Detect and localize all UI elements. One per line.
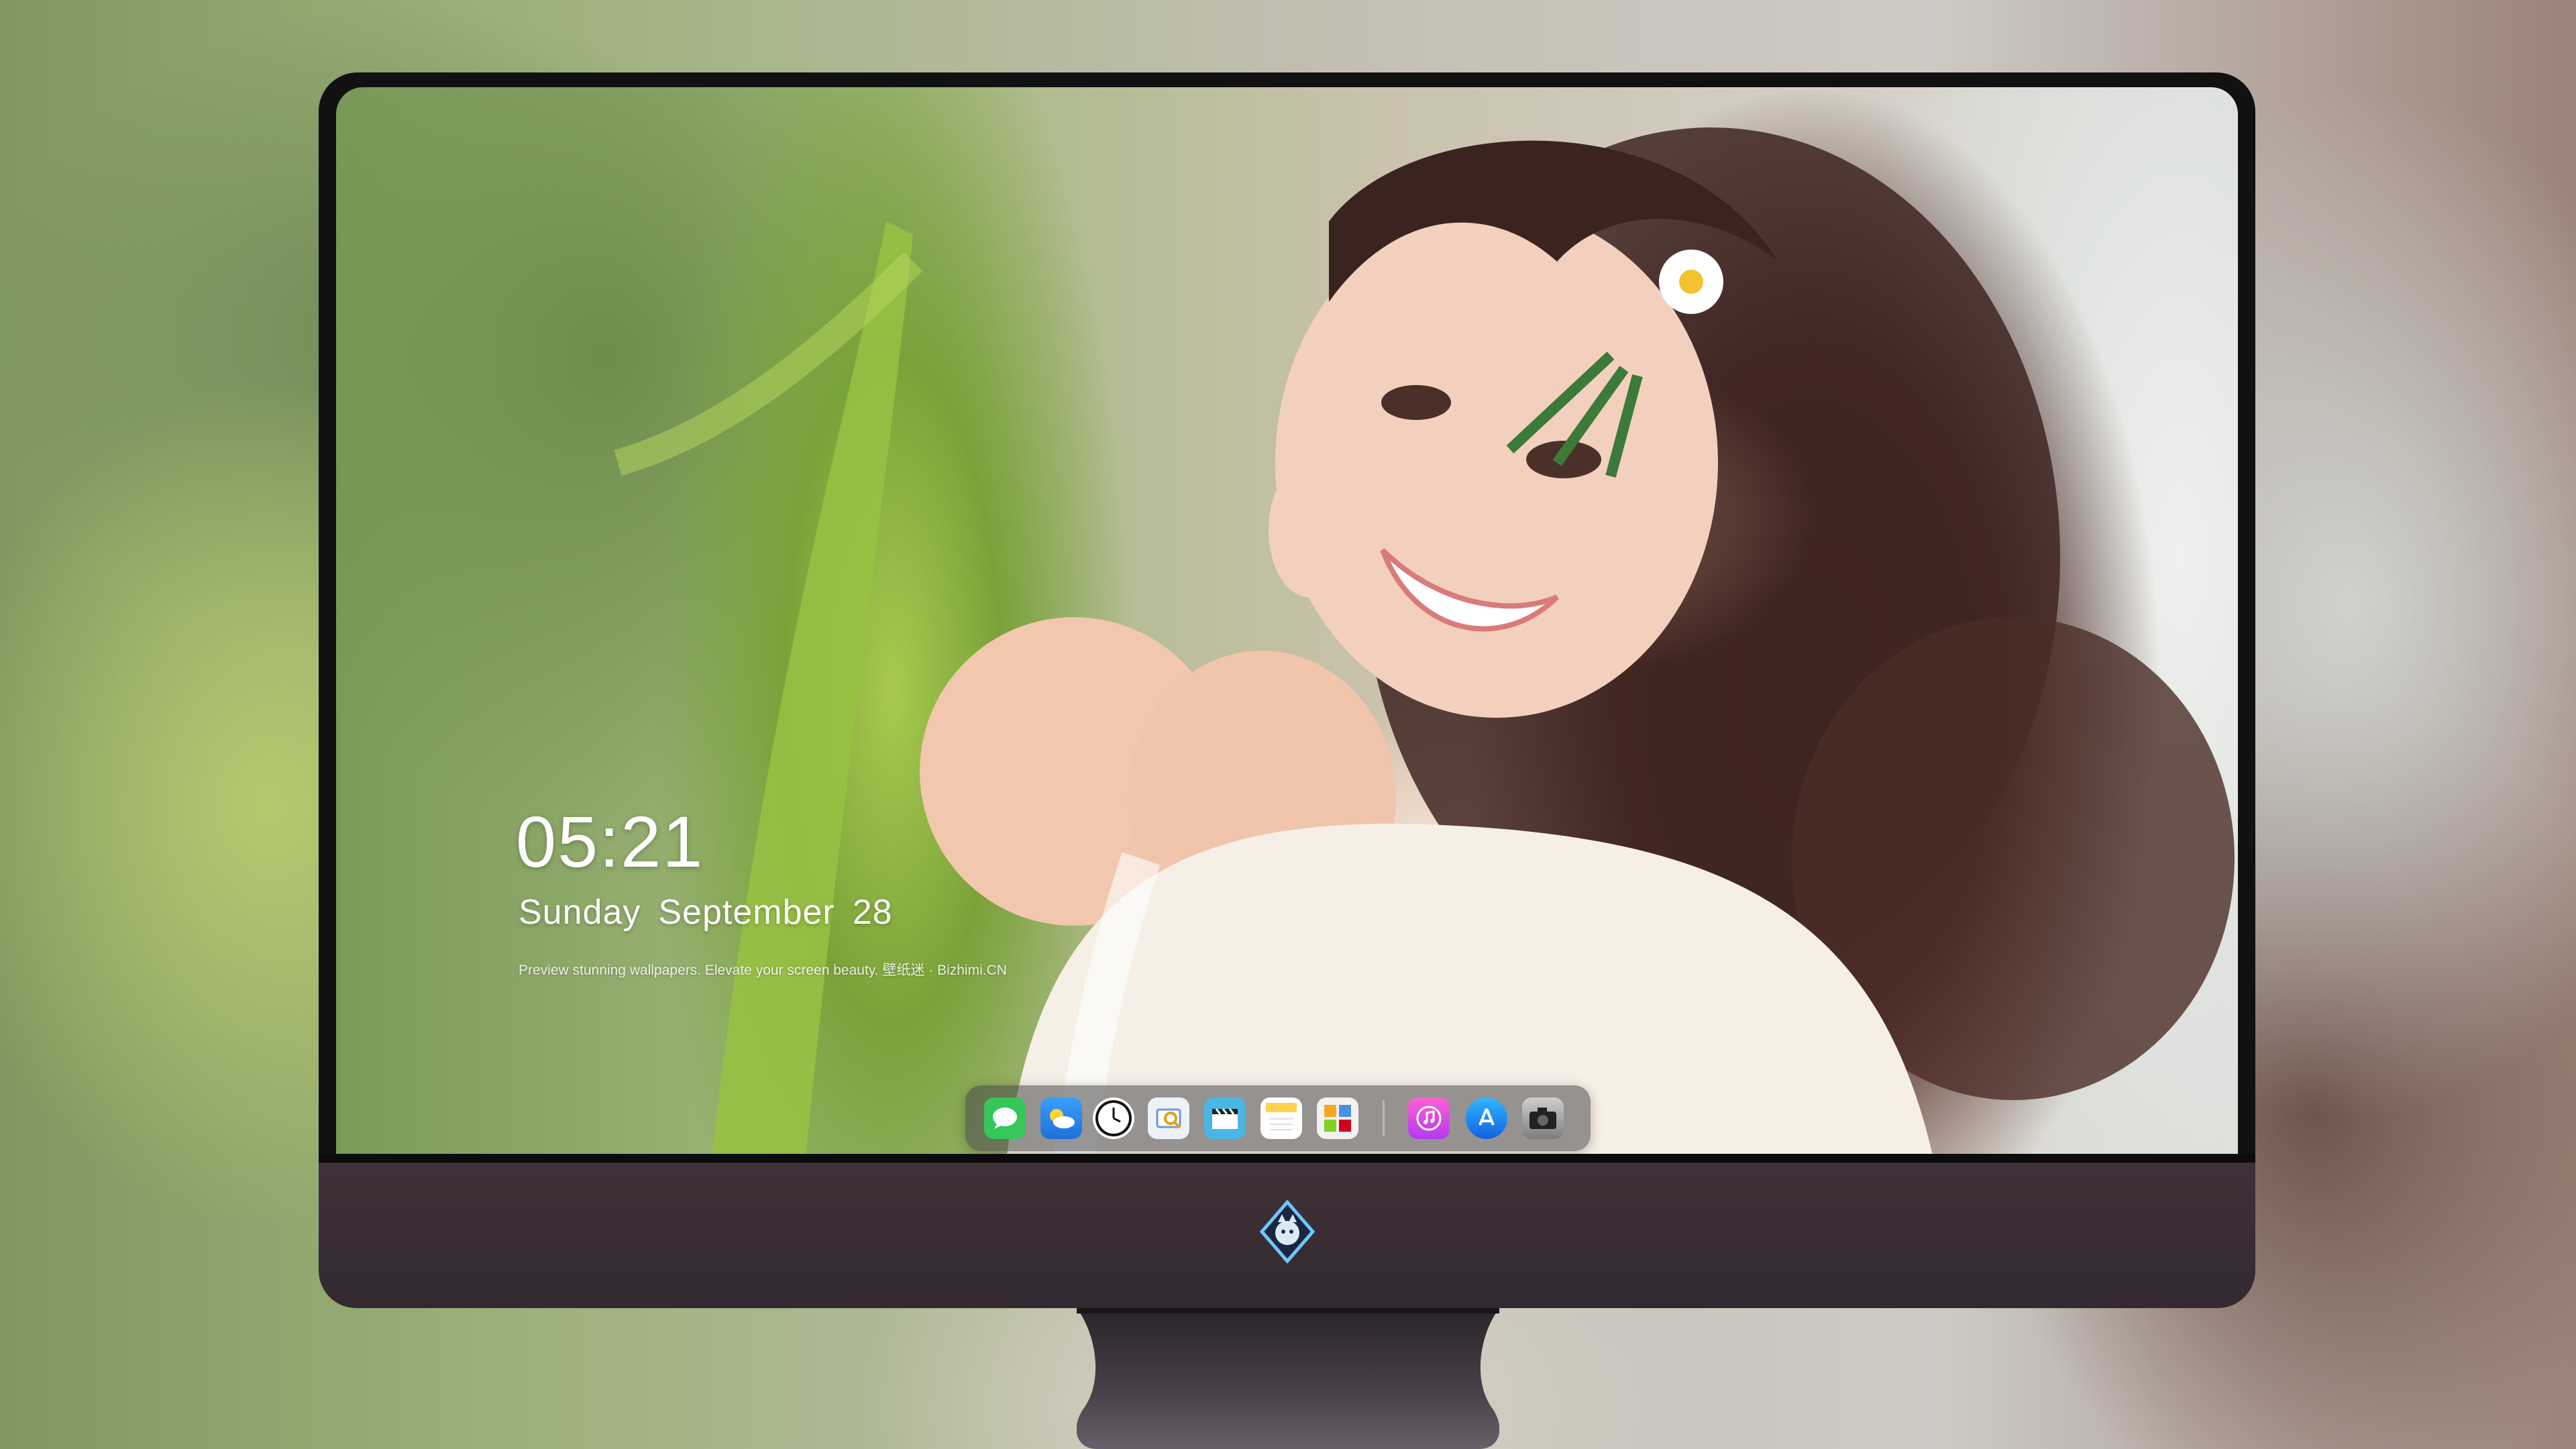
lockscreen-clock: 05:21 (516, 801, 704, 882)
lockscreen-date: Sunday September 28 (519, 892, 910, 932)
monitor: 05:21 Sunday September 28 Preview stunning… (319, 72, 2255, 1308)
brand-logo-icon (1259, 1199, 1316, 1264)
weather-icon[interactable] (1040, 1097, 1082, 1139)
preview-icon[interactable] (1148, 1097, 1189, 1139)
dock-separator (1383, 1100, 1385, 1136)
camera-icon[interactable] (1522, 1097, 1564, 1139)
app-store-icon[interactable] (1466, 1097, 1507, 1139)
date-day: 28 (852, 893, 893, 932)
monitor-stand (1077, 1308, 1499, 1449)
music-icon[interactable] (1408, 1097, 1450, 1139)
wallpaper-art (614, 127, 2235, 1155)
date-month: September (658, 893, 835, 932)
wallpaper-tagline: Preview stunning wallpapers. Elevate you… (519, 963, 1007, 978)
messages-icon[interactable] (984, 1097, 1026, 1139)
screen-wallpaper: 05:21 Sunday September 28 Preview stunning… (336, 87, 2238, 1155)
dock (965, 1085, 1591, 1151)
date-weekday: Sunday (519, 893, 641, 932)
clips-icon[interactable] (1204, 1097, 1246, 1139)
clock-icon[interactable] (1093, 1097, 1134, 1139)
notes-icon[interactable] (1260, 1097, 1302, 1139)
screen-bottom-edge (319, 1154, 2255, 1163)
photo-gallery-icon[interactable] (1317, 1097, 1358, 1139)
